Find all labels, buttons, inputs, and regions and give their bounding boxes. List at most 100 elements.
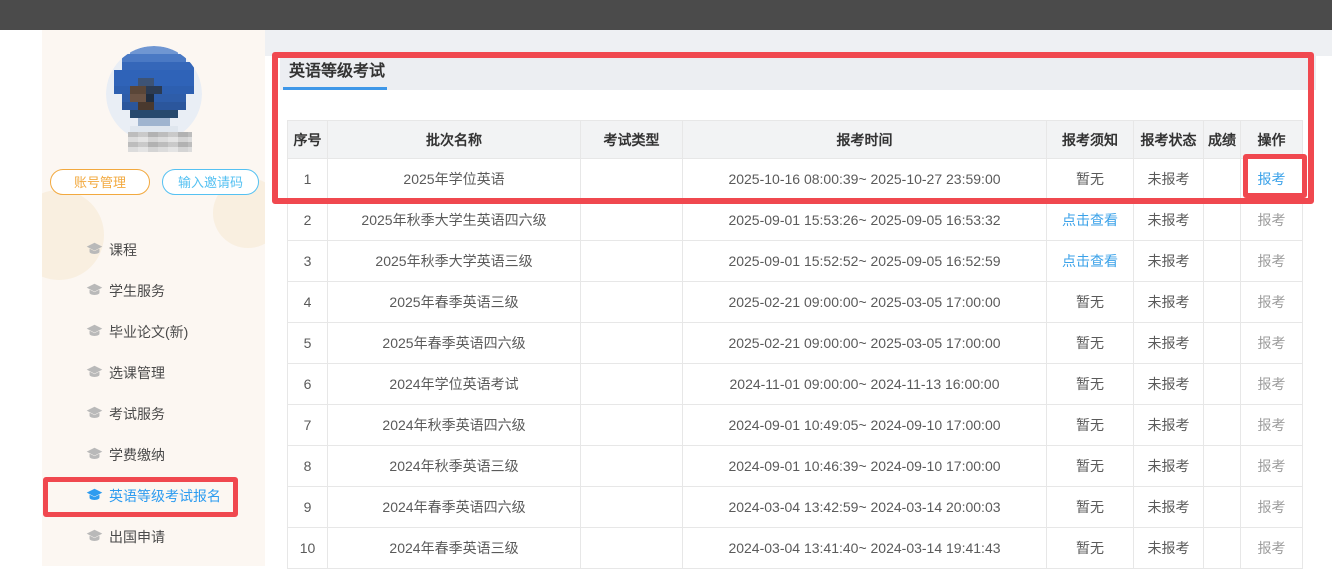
cell-batch-name-text: 2025年春季英语三级	[389, 294, 518, 310]
cell-batch-name: 2024年秋季英语三级	[328, 446, 581, 487]
graduation-cap-icon	[86, 364, 103, 381]
sidebar: 账号管理 输入邀请码 课程学生服务毕业论文(新)选课管理考试服务学费缴纳英语等级…	[42, 30, 265, 566]
main-panel: 英语等级考试 序号批次名称考试类型报考时间报考须知报考状态成绩操作 12025年…	[280, 56, 1332, 566]
cell-register-status: 未报考	[1134, 200, 1204, 241]
cell-batch-name: 2025年春季英语三级	[328, 282, 581, 323]
cell-batch-name-text: 2024年春季英语四六级	[382, 499, 525, 515]
register-button: 报考	[1241, 446, 1303, 487]
cell-register-time-text: 2025-10-16 08:00:39~ 2025-10-27 23:59:00	[728, 171, 1000, 187]
cell-notice: 暂无	[1047, 282, 1134, 323]
username-redacted	[128, 132, 192, 152]
cell-exam-type	[581, 487, 683, 528]
cell-index: 3	[288, 241, 328, 282]
register-button-text: 报考	[1258, 294, 1286, 310]
register-button-text: 报考	[1258, 417, 1286, 433]
graduation-cap-icon	[86, 487, 103, 504]
cell-notice-text: 暂无	[1076, 417, 1104, 433]
cell-batch-name: 2025年秋季大学英语三级	[328, 241, 581, 282]
cell-batch-name: 2024年春季英语四六级	[328, 487, 581, 528]
cell-register-time: 2025-09-01 15:53:26~ 2025-09-05 16:53:32	[683, 200, 1047, 241]
cell-exam-type	[581, 528, 683, 569]
cell-register-status: 未报考	[1134, 323, 1204, 364]
active-tab-underline	[283, 87, 387, 90]
cell-index: 2	[288, 200, 328, 241]
register-button: 报考	[1241, 323, 1303, 364]
cell-score	[1204, 282, 1241, 323]
sidebar-item-6-active[interactable]: 英语等级考试报名	[42, 475, 265, 516]
cell-register-time: 2024-09-01 10:49:05~ 2024-09-10 17:00:00	[683, 405, 1047, 446]
graduation-cap-icon	[86, 323, 103, 340]
cell-index: 6	[288, 364, 328, 405]
sidebar-item-3[interactable]: 选课管理	[42, 352, 265, 393]
cell-score	[1204, 487, 1241, 528]
cell-notice: 暂无	[1047, 405, 1134, 446]
notice-link: 点击查看	[1047, 200, 1134, 241]
cell-batch-name-text: 2025年学位英语	[403, 171, 504, 187]
invite-code-button[interactable]: 输入邀请码	[162, 169, 259, 195]
sidebar-item-7[interactable]: 出国申请	[42, 516, 265, 557]
sidebar-item-2[interactable]: 毕业论文(新)	[42, 311, 265, 352]
cell-register-status: 未报考	[1134, 528, 1204, 569]
cell-register-time-text: 2024-09-01 10:46:39~ 2024-09-10 17:00:00	[728, 458, 1000, 474]
sidebar-item-4[interactable]: 考试服务	[42, 393, 265, 434]
cell-register-status-text: 未报考	[1148, 335, 1190, 351]
cell-register-time: 2024-11-01 09:00:00~ 2024-11-13 16:00:00	[683, 364, 1047, 405]
sidebar-item-label: 英语等级考试报名	[109, 486, 221, 506]
cell-register-time-text: 2024-03-04 13:41:40~ 2024-03-14 19:41:43	[728, 540, 1000, 556]
cell-index: 9	[288, 487, 328, 528]
register-button-text[interactable]: 报考	[1258, 171, 1286, 187]
cell-index: 10	[288, 528, 328, 569]
cell-batch-name-text: 2025年秋季大学英语三级	[375, 253, 532, 269]
cell-register-status-text: 未报考	[1148, 376, 1190, 392]
sidebar-item-1[interactable]: 学生服务	[42, 270, 265, 311]
register-button-text: 报考	[1258, 212, 1286, 228]
column-header: 序号	[288, 121, 328, 159]
cell-notice-text: 暂无	[1076, 458, 1104, 474]
column-header: 报考时间	[683, 121, 1047, 159]
cell-index-text: 10	[300, 540, 316, 556]
notice-link-text[interactable]: 点击查看	[1062, 212, 1118, 228]
register-button: 报考	[1241, 528, 1303, 569]
cell-batch-name-text: 2024年秋季英语四六级	[382, 417, 525, 433]
table-row: 22025年秋季大学生英语四六级2025-09-01 15:53:26~ 202…	[288, 200, 1303, 241]
cell-register-status-text: 未报考	[1148, 540, 1190, 556]
sidebar-item-label: 学生服务	[109, 281, 165, 301]
tab-english-level-exam[interactable]: 英语等级考试	[287, 56, 387, 90]
sidebar-item-5[interactable]: 学费缴纳	[42, 434, 265, 475]
cell-index-text: 5	[304, 335, 312, 351]
register-button-text: 报考	[1258, 499, 1286, 515]
cell-score	[1204, 446, 1241, 487]
table-row: 12025年学位英语2025-10-16 08:00:39~ 2025-10-2…	[288, 159, 1303, 200]
table-row: 9 2024年春季英语四六级 2024-03-04 13:42:59~ 2024-0…	[288, 487, 1303, 528]
cell-index-text: 2	[304, 212, 312, 228]
cell-notice-text: 暂无	[1076, 335, 1104, 351]
cell-register-status-text: 未报考	[1148, 212, 1190, 228]
cell-batch-name-text: 2024年春季英语三级	[389, 540, 518, 556]
cell-register-time-text: 2025-09-01 15:52:52~ 2025-09-05 16:52:59	[728, 253, 1000, 269]
cell-index-text: 8	[304, 458, 312, 474]
table-row: 8 2024年秋季英语三级 2024-09-01 10:46:39~ 2024-09…	[288, 446, 1303, 487]
cell-register-time: 2025-10-16 08:00:39~ 2025-10-27 23:59:00	[683, 159, 1047, 200]
cell-register-time: 2024-03-04 13:41:40~ 2024-03-14 19:41:43	[683, 528, 1047, 569]
cell-notice: 暂无	[1047, 528, 1134, 569]
cell-exam-type	[581, 323, 683, 364]
column-header: 报考须知	[1047, 121, 1134, 159]
content-background-band	[265, 30, 1332, 56]
cell-register-status: 未报考	[1134, 241, 1204, 282]
cell-register-time: 2025-09-01 15:52:52~ 2025-09-05 16:52:59	[683, 241, 1047, 282]
exam-table: 序号批次名称考试类型报考时间报考须知报考状态成绩操作 12025年学位英语202…	[287, 120, 1303, 569]
cell-batch-name-text: 2025年春季英语四六级	[382, 335, 525, 351]
notice-link-text[interactable]: 点击查看	[1062, 253, 1118, 269]
top-bar	[0, 0, 1332, 30]
account-manage-button[interactable]: 账号管理	[50, 169, 150, 195]
cell-notice: 暂无	[1047, 159, 1134, 200]
cell-batch-name: 2024年学位英语考试	[328, 364, 581, 405]
cell-notice-text: 暂无	[1076, 294, 1104, 310]
cell-notice: 暂无	[1047, 446, 1134, 487]
cell-register-time: 2024-09-01 10:46:39~ 2024-09-10 17:00:00	[683, 446, 1047, 487]
cell-register-time-text: 2024-03-04 13:42:59~ 2024-03-14 20:00:03	[728, 499, 1000, 515]
cell-register-time: 2025-02-21 09:00:00~ 2025-03-05 17:00:00	[683, 323, 1047, 364]
register-button: 报考	[1241, 405, 1303, 446]
sidebar-item-0[interactable]: 课程	[42, 229, 265, 270]
table-row: 5 2025年春季英语四六级 2025-02-21 09:00:00~ 2025-0…	[288, 323, 1303, 364]
